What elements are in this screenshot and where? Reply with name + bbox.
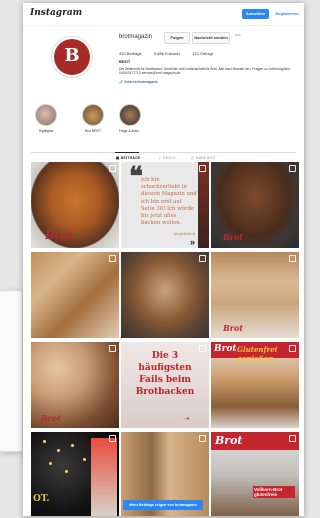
post-tile[interactable]: Brot Vollkorn-Brot glutenfreie [211, 432, 299, 516]
post-brand-label: Brot [214, 344, 237, 354]
post-tile[interactable]: ❝ Ich bin schockverliebt in diesem Magaz… [121, 162, 209, 248]
post-tile[interactable]: Brot [211, 252, 299, 338]
profile-bio: Die Zeitschrift für Brotbacker, Genießer… [119, 67, 291, 76]
fails-panel: Die 3 häufigsten Fails beim Brotbacken ➝ [121, 342, 209, 428]
quote-panel: ❝ Ich bin schockverliebt in diesem Magaz… [122, 162, 198, 248]
instagram-profile-page: Instagram Anmelden Registrieren B brotma… [23, 3, 304, 516]
post-tile[interactable]: Brot [31, 342, 119, 428]
highlight-label: Brot BROT [84, 129, 102, 133]
multiple-images-icon [199, 435, 206, 442]
profile-link-text: linktr.ee/brotmagazin [124, 80, 158, 84]
multiple-images-icon [289, 165, 296, 172]
post-brand-label: Brot [41, 413, 62, 423]
post-tile[interactable]: Brot [211, 162, 299, 248]
post-tile[interactable]: Brot [31, 162, 119, 248]
multiple-images-icon [199, 345, 206, 352]
tab-tagged[interactable]: ◫ MARKIERT [191, 156, 216, 160]
followers-count[interactable]: 9.686 Follower [154, 51, 180, 56]
posts-count: 453 Beiträge [119, 51, 142, 56]
highlight-label: Frage & Antw... [118, 129, 142, 133]
active-tab-indicator [115, 152, 139, 153]
post-tile[interactable]: OT. [31, 432, 119, 516]
highlight-label: Highlights [38, 129, 54, 133]
tab-posts-label: BEITRÄGE [120, 156, 141, 160]
post-title-text: Vollkorn-Brot glutenfreie [253, 486, 295, 498]
story-highlight[interactable]: Highlights [33, 104, 59, 133]
post-quote-text: Ich bin schockverliebt in diesem Magazin… [141, 177, 197, 227]
post-tile[interactable]: Die 3 häufigsten Fails beim Brotbacken ➝ [121, 342, 209, 428]
story-highlight[interactable]: Frage & Antw... [117, 104, 143, 133]
following-count[interactable]: 210 Gefolgt [192, 51, 213, 56]
multiple-images-icon [289, 435, 296, 442]
tab-reels[interactable]: ▷ REELS [159, 156, 176, 160]
post-brand-label: Brot [223, 323, 244, 333]
post-tile[interactable] [121, 252, 209, 338]
quote-author: lenpetitbrot [174, 232, 196, 236]
highlight-cover [119, 104, 141, 126]
follow-button[interactable]: Folgen [164, 32, 190, 44]
post-tile[interactable]: Brot Glutenfrei genießen [211, 342, 299, 428]
post-brand-label: Brot [223, 232, 244, 242]
profile-stats: 453 Beiträge 9.686 Follower 210 Gefolgt [119, 51, 224, 56]
send-message-button[interactable]: Nachricht senden [192, 32, 230, 44]
profile-avatar[interactable]: B [51, 36, 93, 78]
tab-posts[interactable]: ▦ BEITRÄGE [116, 156, 141, 160]
multiple-images-icon [199, 165, 206, 172]
profile-link[interactable]: 🔗 linktr.ee/brotmagazin [119, 80, 158, 84]
instagram-logo[interactable]: Instagram [30, 8, 82, 18]
login-button[interactable]: Anmelden [242, 9, 269, 19]
profile-name: BROT [119, 59, 131, 64]
top-bar: Instagram Anmelden Registrieren [23, 3, 304, 26]
tabs-divider [31, 152, 296, 153]
post-brand-label: Brot [215, 434, 243, 447]
multiple-images-icon [199, 255, 206, 262]
arrow-icon: ➝ [183, 414, 190, 423]
post-title-text: Die 3 häufigsten Fails beim Brotbacken [135, 351, 195, 397]
chevrons-icon: » [190, 237, 196, 247]
multiple-images-icon [289, 345, 296, 352]
multiple-images-icon [109, 255, 116, 262]
highlight-cover [35, 104, 57, 126]
multiple-images-icon [289, 255, 296, 262]
multiple-images-icon [109, 435, 116, 442]
tab-reels-label: REELS [163, 156, 176, 160]
story-highlight[interactable]: Brot BROT [80, 104, 106, 133]
multiple-images-icon [109, 165, 116, 172]
multiple-images-icon [109, 345, 116, 352]
post-brand-label: OT. [33, 494, 50, 504]
avatar-letter: B [64, 45, 80, 66]
post-brand-label: Brot [45, 229, 73, 242]
tab-tagged-label: MARKIERT [195, 156, 216, 160]
profile-username: brotmagazin [119, 34, 153, 40]
more-options-icon[interactable]: ··· [233, 32, 243, 42]
background-card [0, 290, 23, 452]
show-more-posts-button[interactable]: Mehr Beiträge zeigen von brotmagazin [123, 500, 203, 510]
post-tile[interactable] [31, 252, 119, 338]
highlight-cover [82, 104, 104, 126]
register-link[interactable]: Registrieren [273, 9, 301, 19]
